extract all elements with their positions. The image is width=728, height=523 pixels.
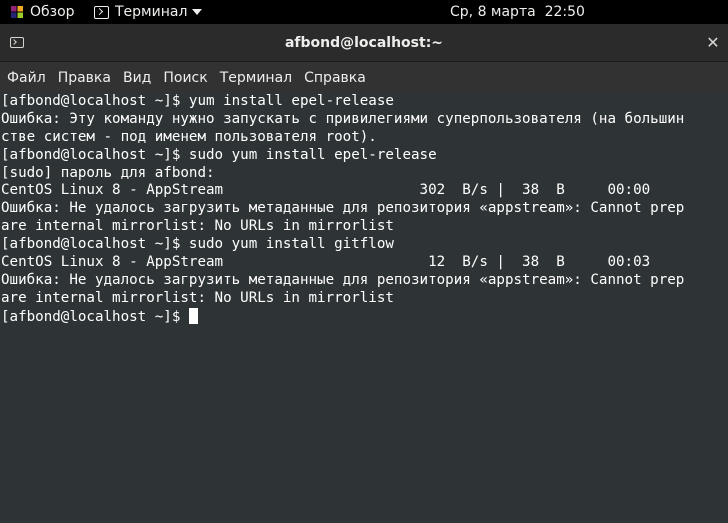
caret-down-icon xyxy=(192,9,203,15)
clock[interactable]: Ср, 8 марта 22:50 xyxy=(450,0,585,24)
app-menu-button[interactable]: Терминал xyxy=(94,0,203,24)
activities-button[interactable]: Обзор xyxy=(10,0,75,24)
terminal-prompt-line[interactable]: [afbond@localhost ~]$ xyxy=(1,307,728,326)
terminal-line: [afbond@localhost ~]$ sudo yum install g… xyxy=(1,236,394,253)
clock-label: Ср, 8 марта 22:50 xyxy=(450,4,585,20)
gnome-logo-icon xyxy=(11,6,23,18)
terminal-icon xyxy=(94,5,109,19)
terminal-line: Ошибка: Не удалось загрузить метаданные … xyxy=(1,271,685,288)
menu-search[interactable]: Поиск xyxy=(157,63,213,92)
menu-help[interactable]: Справка xyxy=(298,63,372,92)
terminal-line: стве систем - под именем пользователя ro… xyxy=(1,128,377,145)
terminal-output[interactable]: [afbond@localhost ~]$ yum install epel-r… xyxy=(0,93,728,523)
terminal-window: afbond@localhost:~ ✕ Файл Правка Вид Пои… xyxy=(0,24,728,523)
terminal-line: are internal mirrorlist: No URLs in mirr… xyxy=(1,218,394,235)
terminal-line: are internal mirrorlist: No URLs in mirr… xyxy=(1,289,394,306)
terminal-line: CentOS Linux 8 - AppStream 302 B/s | 38 … xyxy=(1,182,651,199)
menu-terminal[interactable]: Терминал xyxy=(214,63,298,92)
terminal-line: [sudo] пароль для afbond: xyxy=(1,164,215,181)
close-icon[interactable]: ✕ xyxy=(704,34,722,52)
terminal-line: Ошибка: Эту команду нужно запускать с пр… xyxy=(1,110,685,127)
window-title: afbond@localhost:~ xyxy=(284,35,444,51)
menu-file[interactable]: Файл xyxy=(0,63,52,92)
terminal-line: Ошибка: Не удалось загрузить метаданные … xyxy=(1,200,685,217)
terminal-line: [afbond@localhost ~]$ sudo yum install e… xyxy=(1,146,437,163)
app-menu-label: Терминал xyxy=(115,4,188,20)
window-titlebar[interactable]: afbond@localhost:~ ✕ xyxy=(0,24,728,62)
menu-view[interactable]: Вид xyxy=(117,63,157,92)
terminal-line: [afbond@localhost ~]$ yum install epel-r… xyxy=(1,93,394,109)
terminal-cursor xyxy=(188,307,198,324)
terminal-prompt: [afbond@localhost ~]$ xyxy=(1,308,189,325)
top-bar: Обзор Терминал Ср, 8 марта 22:50 xyxy=(0,0,728,24)
menu-edit[interactable]: Правка xyxy=(52,63,117,92)
terminal-line: CentOS Linux 8 - AppStream 12 B/s | 38 B… xyxy=(1,254,651,271)
activities-label: Обзор xyxy=(30,4,75,20)
menu-bar: Файл Правка Вид Поиск Терминал Справка xyxy=(0,63,728,92)
